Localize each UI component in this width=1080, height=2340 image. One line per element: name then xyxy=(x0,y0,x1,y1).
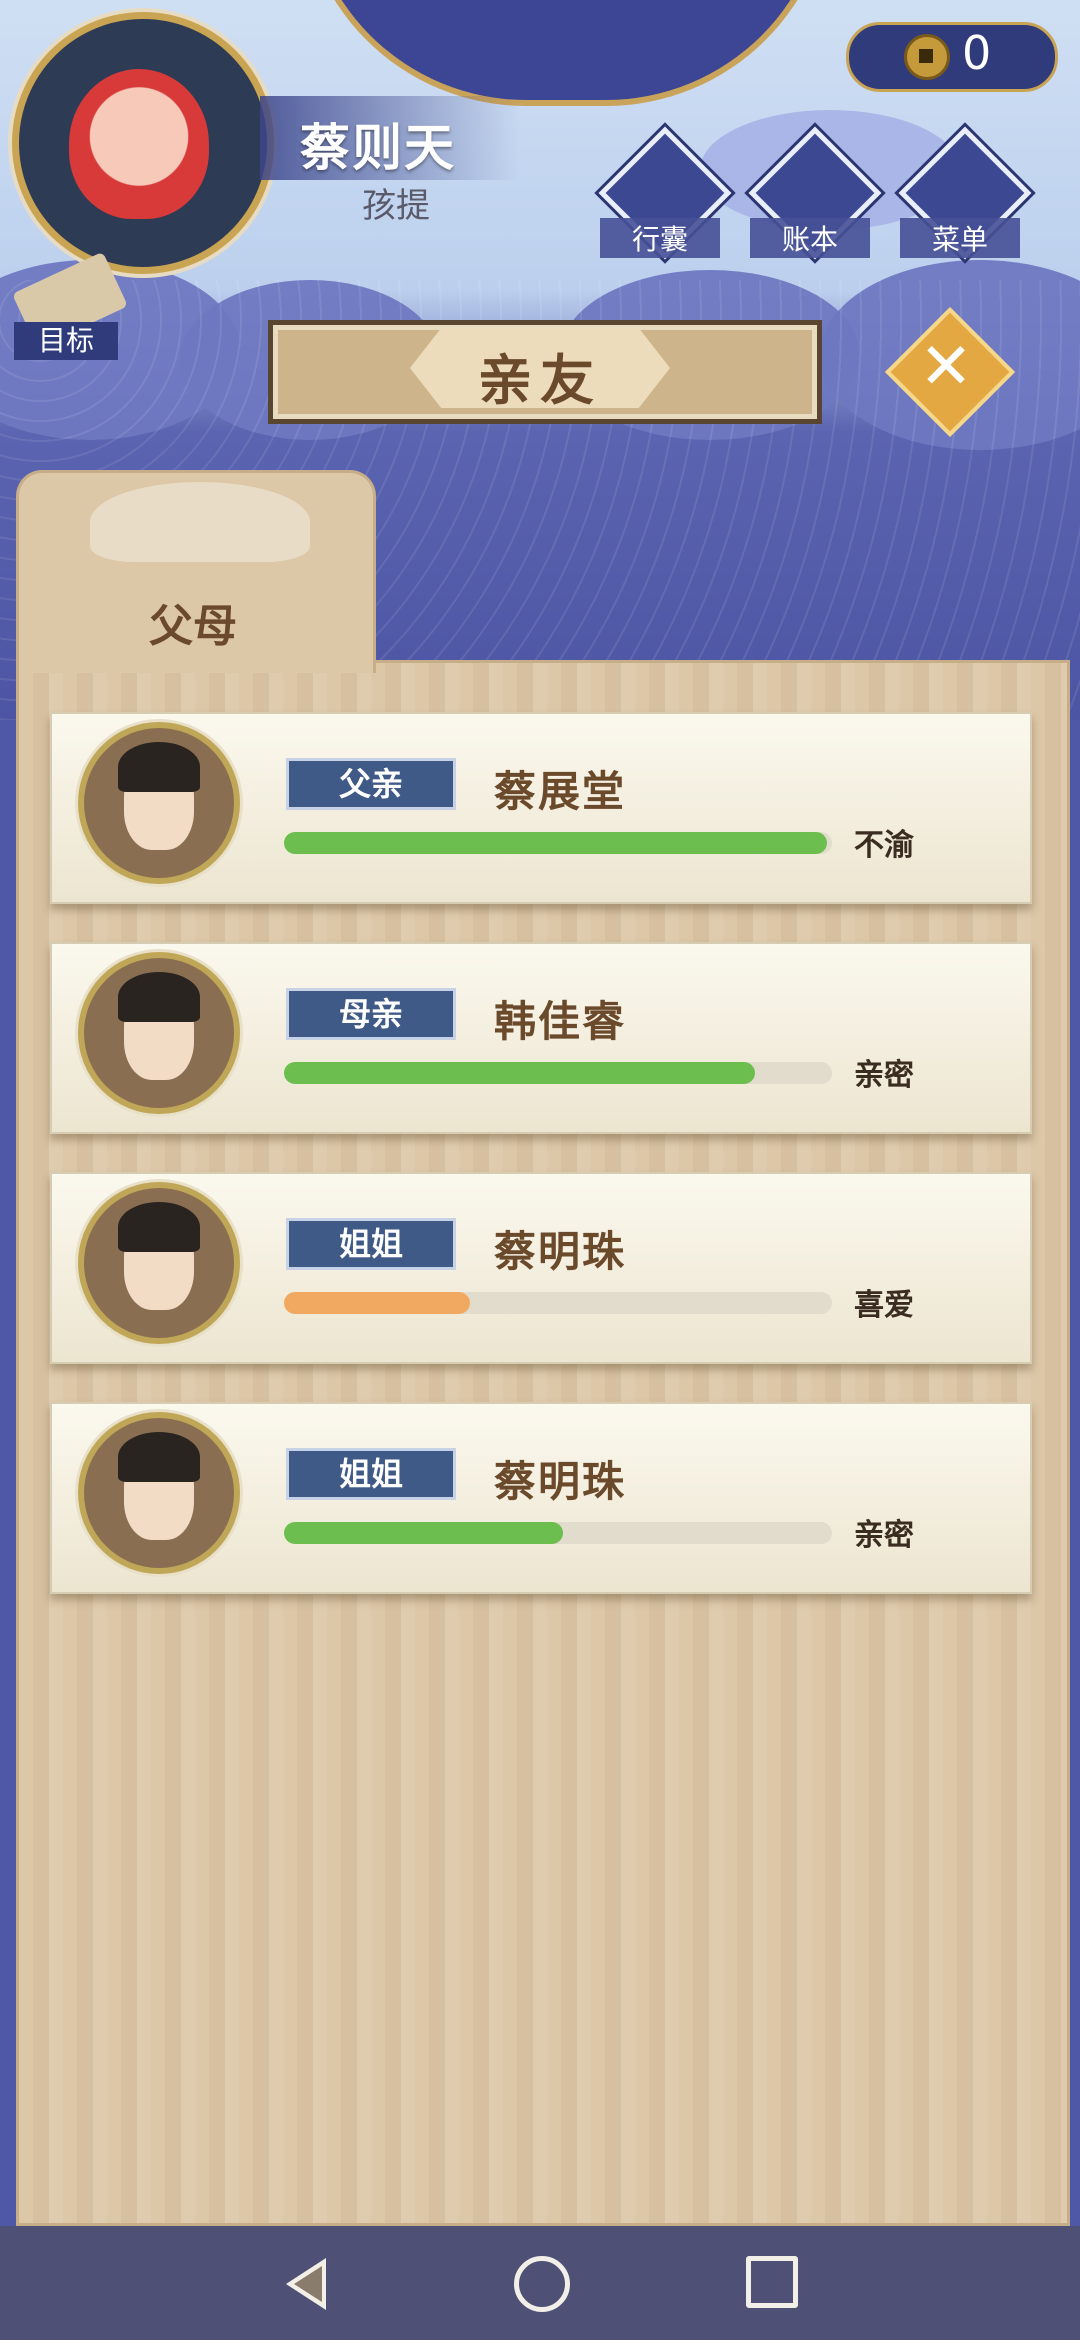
relation-tag: 母亲 xyxy=(286,988,456,1040)
affinity-bar-fill xyxy=(284,832,827,854)
currency-display xyxy=(846,22,1058,92)
member-portrait xyxy=(78,722,240,884)
cloud-ornament-icon xyxy=(90,482,310,562)
portrait-hair xyxy=(118,1432,200,1482)
affinity-bar-fill xyxy=(284,1292,471,1314)
player-title: 孩提 xyxy=(362,186,430,226)
affinity-bar xyxy=(284,1062,832,1084)
ledger-button[interactable]: 账本 xyxy=(748,126,882,260)
top-cloud-frame xyxy=(300,0,832,106)
bag-button[interactable]: 行囊 xyxy=(598,126,732,260)
menu-label: 菜单 xyxy=(900,218,1020,258)
bag-label: 行囊 xyxy=(600,218,720,258)
baby-face-icon xyxy=(69,69,209,219)
member-portrait xyxy=(78,952,240,1114)
tab-parents-label: 父母 xyxy=(149,601,237,652)
member-name: 韩佳睿 xyxy=(494,997,627,1046)
goal-button[interactable]: 目标 xyxy=(14,322,118,360)
member-name: 蔡明珠 xyxy=(494,1457,627,1506)
player-avatar[interactable] xyxy=(12,12,274,274)
affinity-status: 不渝 xyxy=(854,828,914,863)
panel-title: 亲友 xyxy=(478,349,602,412)
affinity-status: 亲密 xyxy=(854,1058,914,1093)
relation-tag: 姐姐 xyxy=(286,1448,456,1500)
affinity-bar xyxy=(284,1292,832,1314)
member-name: 蔡明珠 xyxy=(494,1227,627,1276)
coin-count: 0 xyxy=(962,26,992,80)
affinity-status: 喜爱 xyxy=(854,1288,914,1323)
portrait-hair xyxy=(118,742,200,792)
player-name: 蔡则天 xyxy=(300,119,456,177)
ledger-label: 账本 xyxy=(750,218,870,258)
home-icon[interactable] xyxy=(514,2256,570,2312)
portrait-hair xyxy=(118,972,200,1022)
member-portrait xyxy=(78,1412,240,1574)
affinity-status: 亲密 xyxy=(854,1518,914,1553)
recent-apps-icon[interactable] xyxy=(746,2256,798,2308)
relation-tag: 父亲 xyxy=(286,758,456,810)
portrait-hair xyxy=(118,1202,200,1252)
affinity-bar xyxy=(284,1522,832,1544)
affinity-bar-fill xyxy=(284,1062,756,1084)
member-portrait xyxy=(78,1182,240,1344)
affinity-bar-fill xyxy=(284,1522,564,1544)
affinity-bar xyxy=(284,832,832,854)
relation-tag: 姐姐 xyxy=(286,1218,456,1270)
menu-button[interactable]: 菜单 xyxy=(898,126,1032,260)
close-icon[interactable]: ✕ xyxy=(914,330,978,404)
back-icon[interactable] xyxy=(286,2258,326,2310)
member-name: 蔡展堂 xyxy=(494,767,627,816)
coin-icon xyxy=(904,34,950,80)
